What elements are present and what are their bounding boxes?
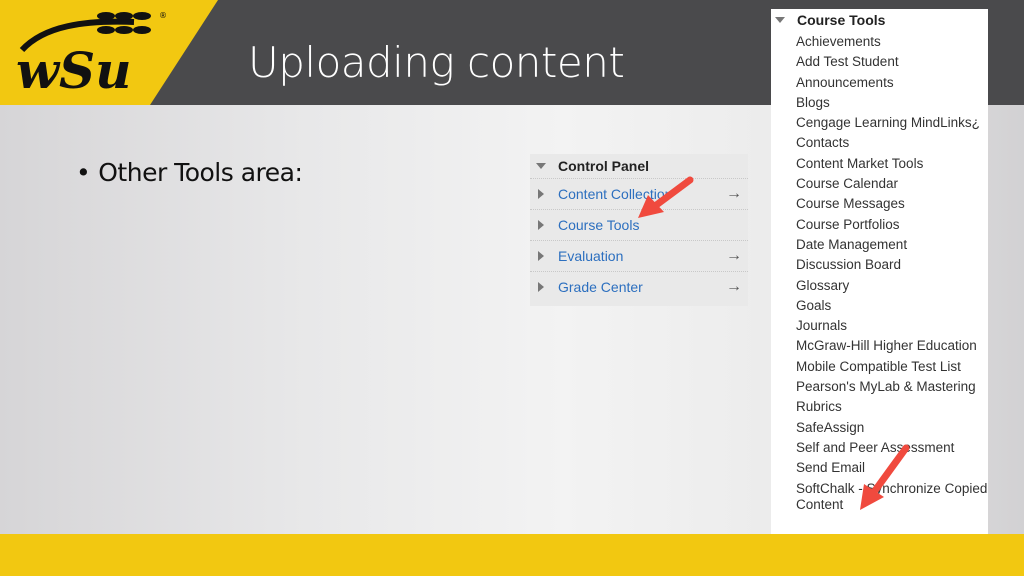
control-panel-item-content-collection[interactable]: Content Collection → [530,178,748,209]
course-tools-heading[interactable]: Course Tools [771,9,988,31]
control-panel-item-evaluation[interactable]: Evaluation → [530,240,748,271]
course-tools-item[interactable]: Discussion Board [796,257,988,273]
footer-band [0,534,1024,576]
course-tools-item[interactable]: Achievements [796,34,988,50]
wheat-icon: ® wSu [16,11,167,98]
course-tools-item[interactable]: McGraw-Hill Higher Education [796,338,988,354]
course-tools-item[interactable]: Course Portfolios [796,217,988,233]
course-tools-item[interactable]: Cengage Learning MindLinks¿ [796,115,988,131]
expand-triangle-icon [538,220,544,230]
course-tools-item[interactable]: Date Management [796,237,988,253]
slide-title: Uploading content [248,38,625,87]
course-tools-item[interactable]: Blogs [796,95,988,111]
course-tools-item[interactable]: Rubrics [796,399,988,415]
course-tools-item[interactable]: SafeAssign [796,420,988,436]
course-tools-item[interactable]: Mobile Compatible Test List [796,359,988,375]
collapse-triangle-icon [536,163,546,169]
course-tools-item[interactable]: Goals [796,298,988,314]
svg-text:wSu: wSu [16,41,132,98]
course-tools-item[interactable]: Pearson's MyLab & Mastering [796,379,988,395]
svg-text:®: ® [159,11,167,20]
expand-triangle-icon [538,251,544,261]
course-tools-item[interactable]: Self and Peer Assessment [796,440,988,456]
bullet-marker: • [76,158,91,187]
control-panel-item-grade-center[interactable]: Grade Center → [530,271,748,302]
expand-triangle-icon [538,189,544,199]
expand-triangle-icon [538,282,544,292]
course-tools-item[interactable]: Send Email [796,460,988,476]
course-tools-panel: Course Tools Achievements Add Test Studen… [771,9,988,555]
bullet-point: • Other Tools area: [76,158,303,187]
collapse-triangle-icon [775,17,785,23]
course-tools-item[interactable]: Content Market Tools [796,156,988,172]
control-panel-heading[interactable]: Control Panel [530,154,748,178]
control-panel-item-course-tools[interactable]: Course Tools [530,209,748,240]
arrow-right-icon: → [726,185,742,202]
course-tools-item[interactable]: Journals [796,318,988,334]
control-panel: Control Panel Content Collection → Cours… [530,154,748,306]
course-tools-item[interactable]: SoftChalk - Synchronize Copied Content [796,481,988,513]
course-tools-item[interactable]: Contacts [796,135,988,151]
course-tools-item[interactable]: Announcements [796,75,988,91]
bullet-text: Other Tools area: [98,158,303,187]
course-tools-item[interactable]: Add Test Student [796,54,988,70]
arrow-right-icon: → [726,247,742,264]
course-tools-item[interactable]: Glossary [796,278,988,294]
arrow-right-icon: → [726,278,742,295]
course-tools-item[interactable]: Course Calendar [796,176,988,192]
course-tools-list: Achievements Add Test Student Announcement… [771,31,988,513]
course-tools-item[interactable]: Course Messages [796,196,988,212]
